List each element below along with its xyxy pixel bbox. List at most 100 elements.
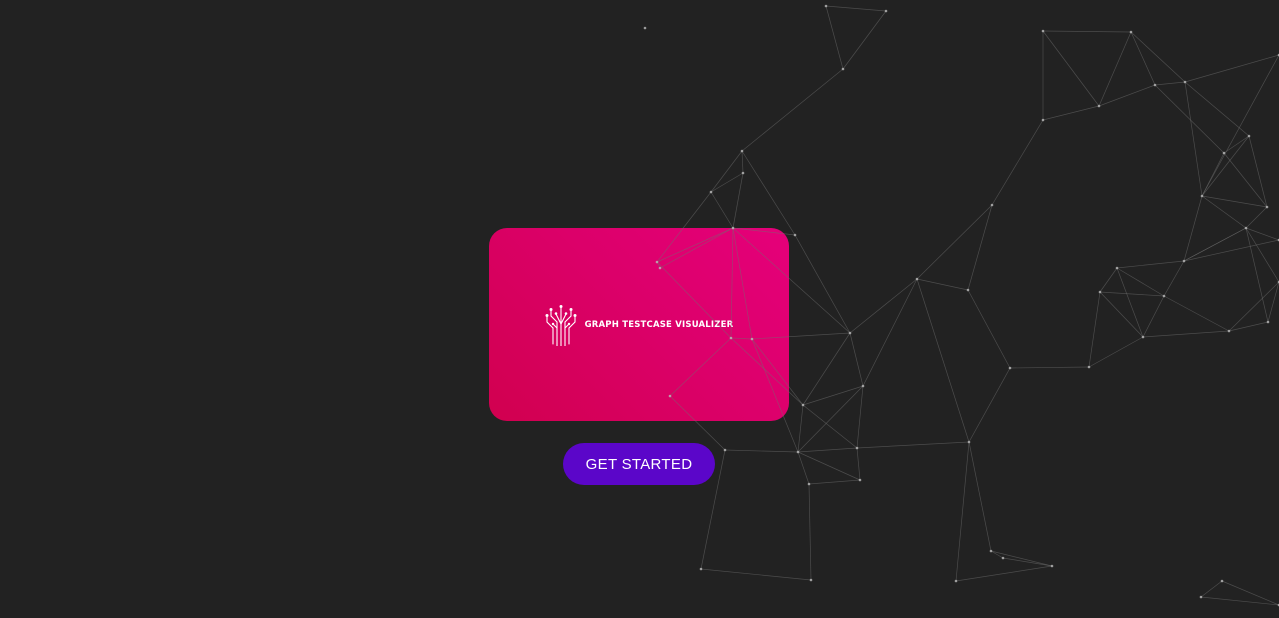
network-edge — [797, 385, 864, 453]
network-edge — [916, 278, 970, 443]
network-edge — [862, 278, 918, 387]
network-edge — [1223, 135, 1250, 154]
circuit-tree-icon — [545, 304, 577, 346]
network-edge — [1009, 366, 1090, 369]
network-edge — [741, 150, 796, 236]
network-node — [841, 67, 845, 71]
network-node — [1227, 329, 1231, 333]
network-edge — [955, 441, 970, 582]
network-edge — [968, 441, 992, 552]
network-edge — [794, 234, 851, 334]
network-edge — [1228, 321, 1269, 332]
network-edge — [1042, 30, 1100, 107]
network-node — [1220, 579, 1224, 583]
network-edge — [1130, 31, 1156, 86]
network-edge — [1245, 227, 1279, 241]
network-edge — [1201, 54, 1279, 197]
network-node — [1265, 205, 1269, 209]
network-node — [1115, 266, 1119, 270]
network-node — [1141, 335, 1145, 339]
network-node — [699, 567, 703, 571]
network-edge — [1221, 580, 1279, 606]
network-edge — [990, 550, 1053, 567]
network-edge — [916, 278, 969, 291]
network-node — [1222, 151, 1226, 155]
network-node — [741, 171, 745, 175]
network-edge — [1201, 152, 1225, 197]
network-edge — [1248, 135, 1268, 208]
network-node — [1097, 104, 1101, 108]
network-node — [1183, 80, 1187, 84]
network-edge — [710, 150, 743, 193]
network-edge — [955, 565, 1053, 582]
network-node — [989, 549, 993, 553]
network-edge — [741, 68, 844, 152]
network-edge — [1201, 195, 1268, 208]
brand-logo: GRAPH TESTCASE VISUALIZER — [545, 304, 734, 346]
network-node — [884, 9, 888, 13]
network-edge — [1099, 291, 1165, 297]
network-node — [861, 384, 865, 388]
network-edge — [1088, 291, 1101, 368]
network-node — [915, 277, 919, 281]
network-edge — [1228, 281, 1279, 332]
network-node — [723, 448, 727, 452]
network-edge — [732, 172, 744, 229]
network-edge — [856, 385, 864, 449]
network-node — [793, 233, 797, 237]
network-edge — [991, 119, 1044, 206]
get-started-button[interactable]: GET STARTED — [563, 443, 715, 485]
network-edge — [1088, 336, 1144, 368]
network-edge — [1002, 557, 1053, 567]
network-edge — [1098, 84, 1156, 107]
network-edge — [1142, 330, 1230, 338]
network-edge — [1245, 206, 1268, 229]
network-node — [709, 190, 713, 194]
network-node — [1162, 294, 1166, 298]
network-node — [990, 203, 994, 207]
network-edge — [710, 172, 744, 193]
network-edge — [1184, 81, 1203, 197]
network-node — [954, 579, 958, 583]
network-edge — [1245, 227, 1269, 323]
network-edge — [1042, 30, 1132, 33]
network-node — [807, 482, 811, 486]
network-edge — [1201, 195, 1247, 229]
network-edge — [1098, 31, 1132, 107]
network-edge — [1245, 227, 1279, 283]
network-node — [809, 578, 813, 582]
network-edge — [968, 367, 1011, 443]
network-edge — [802, 404, 858, 449]
network-edge — [916, 204, 993, 280]
network-node — [966, 288, 970, 292]
network-node — [1001, 556, 1005, 560]
network-edge — [1201, 135, 1250, 197]
network-node — [1266, 320, 1270, 324]
network-edge — [1183, 227, 1247, 262]
network-node — [1041, 118, 1045, 122]
network-edge — [856, 447, 861, 481]
network-edge — [825, 5, 887, 12]
network-edge — [1200, 580, 1223, 598]
network-edge — [1267, 281, 1279, 323]
network-edge — [1223, 152, 1268, 208]
network-edge — [741, 150, 744, 174]
network-edge — [1184, 81, 1250, 137]
network-node — [1153, 83, 1157, 87]
network-edge — [1184, 54, 1279, 83]
network-node — [1098, 290, 1102, 294]
network-edge — [1116, 267, 1144, 338]
network-edge — [802, 332, 851, 406]
network-edge — [710, 191, 734, 229]
network-node — [1247, 134, 1251, 138]
network-edge — [1200, 596, 1279, 606]
network-edge — [802, 385, 864, 406]
network-edge — [1183, 195, 1203, 262]
network-edge — [825, 5, 844, 70]
network-edge — [797, 447, 858, 453]
network-edge — [849, 332, 864, 387]
network-node — [855, 446, 859, 450]
network-node — [1050, 564, 1054, 568]
network-node — [643, 26, 647, 30]
network-edge — [808, 483, 812, 581]
